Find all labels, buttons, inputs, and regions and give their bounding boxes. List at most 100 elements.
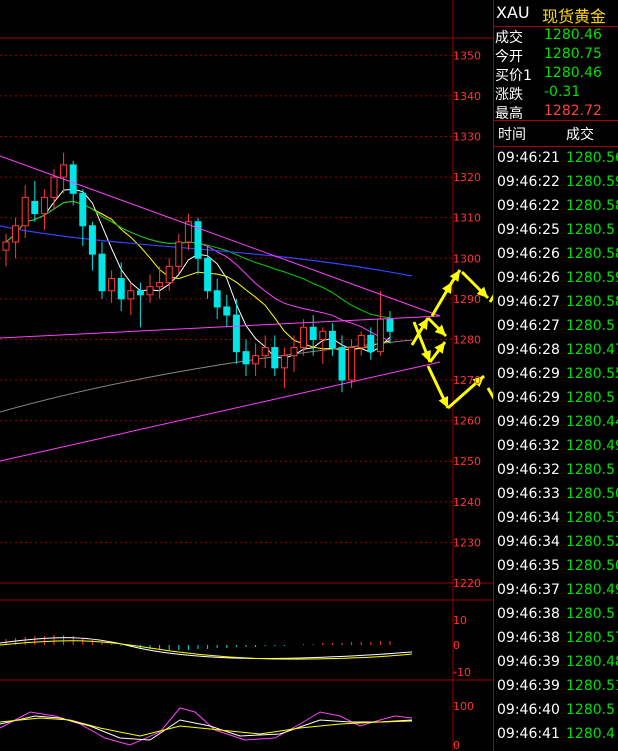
tick-row[interactable]: 09:46:27 1280.5 [494,316,618,340]
candle-body [117,278,125,300]
quote-row: 买价1 1280.46 [494,65,618,84]
tick-row[interactable]: 09:46:34 1280.51 [494,508,618,532]
tick-row[interactable]: 09:46:22 1280.58 [494,196,618,220]
kdj-tick-label: 100 [453,700,474,713]
tick-time: 09:46:39 [497,654,560,670]
candlestick-chart[interactable]: 1350 1340 1330 1320 1310 1300 1290 1280 1270 1260… [0,0,494,751]
tick-time: 09:46:25 [497,222,560,238]
tick-row[interactable]: 09:46:26 1280.59 [494,268,618,292]
tick-time: 09:46:26 [497,270,560,286]
tick-price: 1280.59 [566,174,618,190]
quote-label: 今开 [495,49,523,65]
tick-price: 1280.5 [566,606,615,622]
candle-body [204,257,212,292]
tick-time: 09:46:33 [497,486,560,502]
tick-price: 1280.5 [566,702,615,718]
quote-panel: XAU 现货黄金 成交 1280.46 今开 1280.75 买价1 1280.46 涨跌 -… [494,0,618,751]
y-tick-label: 1220 [453,577,481,590]
tick-row[interactable]: 09:46:26 1280.58 [494,244,618,268]
tick-time: 09:46:37 [497,582,560,598]
tick-price: 1280.49 [566,438,618,454]
tick-price: 1280.58 [566,246,618,262]
tick-row[interactable]: 09:46:34 1280.52 [494,532,618,556]
trend-lines [0,155,441,462]
candle-body [98,253,106,292]
tick-time: 09:46:29 [497,366,560,382]
macd-tick-label: 0 [453,639,460,652]
candle-body [69,164,77,194]
tick-row[interactable]: 09:46:39 1280.51 [494,676,618,700]
tick-row[interactable]: 09:46:40 1280.5 [494,700,618,724]
tick-price: 1280.59 [566,270,618,286]
candle-body [367,334,375,353]
tick-row[interactable]: 09:46:32 1280.49 [494,436,618,460]
symbol-code: XAU [496,3,530,22]
y-tick-label: 1320 [453,171,481,184]
candle-body [146,286,154,296]
y-tick-label: 1330 [453,130,481,143]
tick-time: 09:46:26 [497,246,560,262]
quote-row: 最高 1282.72 [494,103,618,122]
candle-body [223,306,231,316]
candle-body [376,318,384,353]
tick-row[interactable]: 09:46:41 1280.4 [494,724,618,748]
candle-body [50,176,58,198]
tick-time: 09:46:29 [497,390,560,406]
y-tick-label: 1300 [453,252,481,265]
tick-time: 09:46:35 [497,558,560,574]
tick-row[interactable]: 09:46:29 1280.5 [494,388,618,412]
tick-row[interactable]: 09:46:29 1280.55 [494,364,618,388]
y-tick-label: 1310 [453,212,481,225]
tick-row[interactable]: 09:46:27 1280.58 [494,292,618,316]
tick-time: 09:46:38 [497,606,560,622]
y-tick-label: 1260 [453,415,481,428]
tick-row[interactable]: 09:46:28 1280.47 [494,340,618,364]
panel-border [493,0,494,751]
candle-body [108,278,116,292]
y-tick-label: 1230 [453,536,481,549]
candle-body [232,314,240,353]
candle-body [309,326,317,340]
quote-row: 涨跌 -0.31 [494,84,618,103]
tick-row[interactable]: 09:46:21 1280.56 [494,148,618,172]
y-tick-label: 1340 [453,90,481,103]
candle-body [60,164,68,178]
tick-price: 1280.44 [566,414,618,430]
tick-row[interactable]: 09:46:29 1280.44 [494,412,618,436]
macd-tick-label: 10 [453,614,467,627]
tick-row[interactable]: 09:46:25 1280.5 [494,220,618,244]
tick-time: 09:46:34 [497,510,560,526]
tick-row[interactable]: 09:46:22 1280.59 [494,172,618,196]
tick-row[interactable]: 09:46:39 1280.48 [494,652,618,676]
y-tick-label: 1290 [453,293,481,306]
tick-row[interactable]: 09:46:37 1280.49 [494,580,618,604]
candle-body [21,196,29,227]
candle-body [156,282,164,288]
tick-row[interactable]: 09:46:38 1280.5 [494,604,618,628]
tick-row[interactable]: 09:46:32 1280.5 [494,460,618,484]
quote-value: 1282.72 [544,103,602,119]
candle-body [338,347,346,381]
tick-row[interactable]: 09:46:33 1280.50 [494,484,618,508]
tick-price: 1280.50 [566,486,618,502]
symbol-name: 现货黄金 [542,7,607,26]
tick-time: 09:46:27 [497,294,560,310]
quote-value: 1280.46 [544,65,602,81]
candle-body [319,330,327,340]
candle-body [175,241,183,267]
column-header-time: 时间 [498,127,526,143]
tick-row[interactable]: 09:46:35 1280.50 [494,556,618,580]
candle-body [12,225,20,243]
tick-price: 1280.4 [566,726,615,742]
quote-value: 1280.75 [544,46,602,62]
candle-body [79,192,87,227]
candle-body [213,290,221,308]
divider [494,146,618,147]
tick-time: 09:46:22 [497,198,560,214]
tick-time: 09:46:22 [497,174,560,190]
quote-row: 今开 1280.75 [494,46,618,65]
tick-price: 1280.56 [566,150,618,166]
kdj-tick-label: 0 [453,739,460,751]
tick-price: 1280.5 [566,462,615,478]
tick-row[interactable]: 09:46:38 1280.57 [494,628,618,652]
